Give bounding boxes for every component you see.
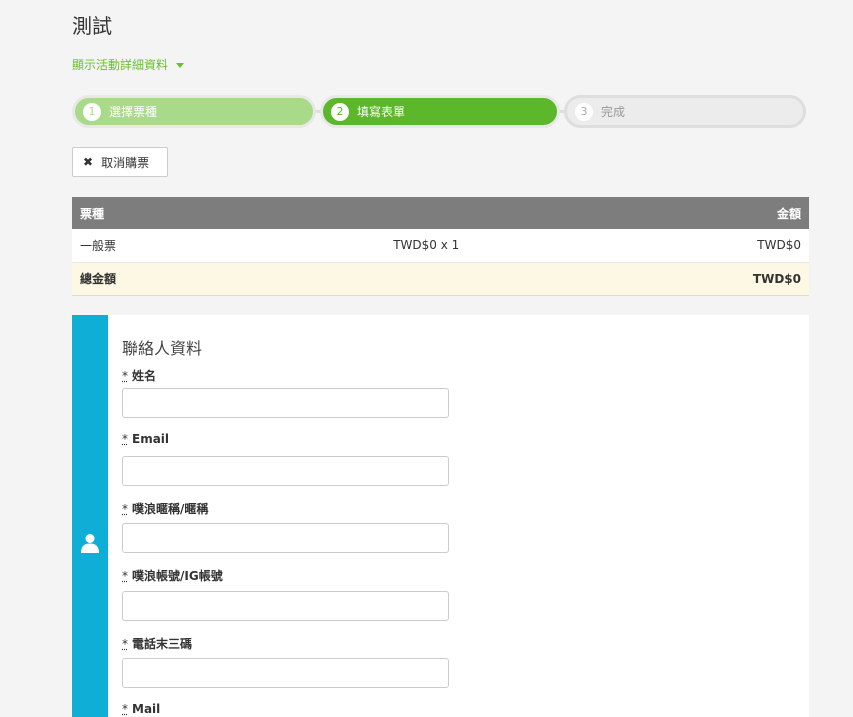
step-label: 填寫表單 bbox=[357, 105, 406, 119]
show-details-label: 顯示活動詳細資料 bbox=[72, 58, 169, 72]
step-fill-form: 2 填寫表單 bbox=[320, 95, 560, 128]
plurk-nickname-input[interactable] bbox=[122, 523, 449, 553]
phone-last3-input[interactable] bbox=[122, 658, 449, 688]
step-select-ticket: 1 選擇票種 bbox=[72, 95, 316, 128]
ticket-amount-cell: TWD$0 bbox=[696, 229, 809, 263]
field-label-name: * 姓名 bbox=[122, 367, 156, 384]
header-amount: 金額 bbox=[696, 197, 809, 229]
show-details-link[interactable]: 顯示活動詳細資料 bbox=[72, 56, 184, 73]
field-label-text: 電話末三碼 bbox=[132, 637, 193, 651]
contact-panel: 聯絡人資料 * 姓名 * Email * 噗浪暱稱/暱稱 * 噗浪帳號/IG帳號 * 電話… bbox=[72, 315, 809, 717]
plurk-account-input[interactable] bbox=[122, 591, 449, 621]
total-spacer bbox=[163, 262, 697, 296]
ticket-qty-cell: TWD$0 x 1 bbox=[163, 229, 697, 263]
event-title: 測試 bbox=[72, 14, 112, 38]
table-row: 一般票 TWD$0 x 1 TWD$0 bbox=[72, 229, 809, 263]
contact-sidebar bbox=[72, 315, 108, 717]
step-label: 完成 bbox=[601, 105, 626, 119]
field-label-plurk-account: * 噗浪帳號/IG帳號 bbox=[122, 567, 223, 584]
ticket-table: 票種 金額 一般票 TWD$0 x 1 TWD$0 總金額 TWD$0 bbox=[72, 197, 809, 296]
caret-down-icon bbox=[175, 63, 184, 68]
field-label-text: 噗浪帳號/IG帳號 bbox=[132, 569, 223, 583]
field-label-email: * Email bbox=[122, 432, 169, 446]
required-mark: * bbox=[122, 637, 128, 651]
total-row: 總金額 TWD$0 bbox=[72, 262, 809, 296]
field-label-mail: * Mail bbox=[122, 702, 160, 716]
step-complete: 3 完成 bbox=[564, 95, 806, 128]
required-mark: * bbox=[122, 702, 128, 716]
step-number: 1 bbox=[83, 102, 101, 121]
header-spacer bbox=[163, 197, 697, 229]
user-icon bbox=[81, 534, 99, 553]
total-label: 總金額 bbox=[72, 262, 164, 296]
field-label-text: Mail bbox=[132, 702, 161, 716]
required-mark: * bbox=[122, 569, 128, 583]
required-mark: * bbox=[122, 432, 128, 446]
close-icon: ✖ bbox=[83, 155, 94, 169]
cancel-purchase-button[interactable]: ✖ 取消購票 bbox=[72, 147, 168, 177]
field-label-plurk-nickname: * 噗浪暱稱/暱稱 bbox=[122, 500, 208, 517]
table-header-row: 票種 金額 bbox=[72, 197, 809, 229]
cancel-button-label: 取消購票 bbox=[101, 155, 150, 170]
total-amount: TWD$0 bbox=[696, 262, 809, 296]
field-label-text: 噗浪暱稱/暱稱 bbox=[132, 502, 209, 516]
required-mark: * bbox=[122, 369, 128, 383]
field-label-phone-last3: * 電話末三碼 bbox=[122, 635, 192, 652]
field-label-text: Email bbox=[132, 432, 170, 446]
required-mark: * bbox=[122, 502, 128, 516]
step-number: 3 bbox=[575, 102, 593, 121]
field-label-text: 姓名 bbox=[132, 369, 157, 383]
step-label: 選擇票種 bbox=[109, 105, 158, 119]
ticket-type-cell: 一般票 bbox=[72, 229, 164, 263]
step-number: 2 bbox=[331, 102, 349, 121]
contact-section-title: 聯絡人資料 bbox=[122, 339, 203, 358]
name-input[interactable] bbox=[122, 388, 449, 418]
header-ticket-type: 票種 bbox=[72, 197, 164, 229]
email-input[interactable] bbox=[122, 456, 449, 486]
